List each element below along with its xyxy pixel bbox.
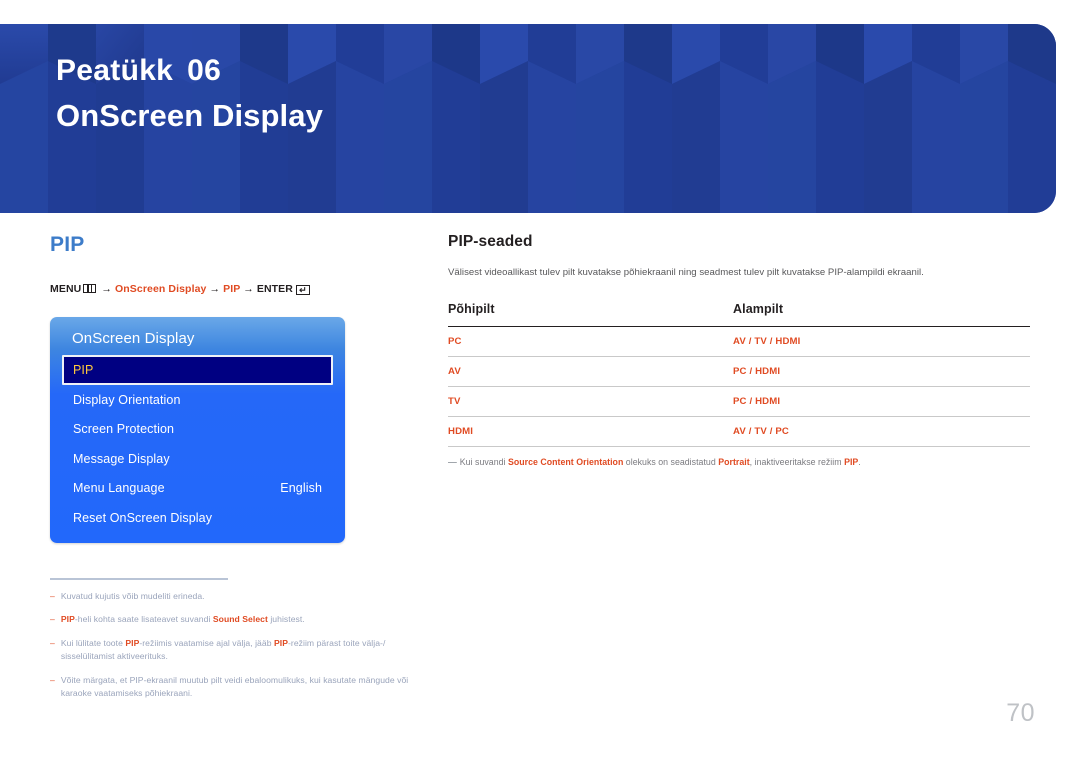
menu-path-step-pip: PIP <box>223 283 241 295</box>
table-row: PC AV / TV / HDMI <box>448 326 1030 357</box>
table-cell-sub: AV / TV / HDMI <box>733 326 1030 357</box>
table-cell-sub: PC / HDMI <box>733 386 1030 417</box>
osd-item-label: Reset OnScreen Display <box>73 510 213 525</box>
table-cell-sub: AV / TV / PC <box>733 416 1030 447</box>
footnote-text: Võite märgata, et PIP-ekraanil muutub pi… <box>60 674 409 699</box>
osd-item-pip[interactable]: PIP <box>62 355 333 385</box>
osd-panel-title: OnScreen Display <box>72 330 195 347</box>
table-cell-main: AV <box>448 356 733 387</box>
table-cell-main: TV <box>448 386 733 417</box>
pip-settings-description: Välisest videoallikast tulev pilt kuvata… <box>448 267 924 278</box>
table-row: HDMI AV / TV / PC <box>448 416 1030 447</box>
page-title: PIP <box>50 233 85 256</box>
table-row: TV PC / HDMI <box>448 386 1030 417</box>
osd-item-label: Display Orientation <box>73 392 181 407</box>
page-number: 70 <box>1006 699 1035 727</box>
osd-item-label: Screen Protection <box>73 422 175 437</box>
chapter-label-line: Peatükk 06 <box>56 50 323 92</box>
osd-item-label: Message Display <box>73 451 170 466</box>
menu-path-arrow-2: → <box>209 283 221 295</box>
footnote-text: PIP-heli kohta saate lisateavet suvandi … <box>60 614 305 624</box>
footnote-item: – PIP-heli kohta saate lisateavet suvand… <box>50 613 415 627</box>
table-cell-sub: PC / HDMI <box>733 356 1030 387</box>
menu-path-enter-label: ENTER <box>256 283 293 295</box>
banner-title-group: Peatükk 06 OnScreen Display <box>56 50 323 138</box>
pip-source-table: Põhipilt Alampilt PC AV / TV / HDMI AV P… <box>448 302 1030 447</box>
footnote-dash: – <box>50 637 55 648</box>
left-column: PIP MENU → OnScreen Display → PIP → ENTE… <box>50 232 410 296</box>
osd-item-label: Menu Language <box>73 481 165 496</box>
pip-settings-title: PIP-seaded <box>448 233 533 250</box>
footnote-item: – Kuvatud kujutis võib mudeliti erineda. <box>50 590 415 604</box>
osd-menu-screenshot: OnScreen Display PIP Display Orientation… <box>50 317 345 543</box>
footnote-dash: – <box>50 674 55 685</box>
table-footnote-text: Kui suvandi Source Content Orientation o… <box>459 457 861 467</box>
osd-item-screen-protection[interactable]: Screen Protection <box>62 415 333 445</box>
footnote-item: – Kui lülitate toote PIP-režiimis vaatam… <box>50 637 415 664</box>
table-header-sub-picture: Alampilt <box>733 302 784 316</box>
table-cell-main: HDMI <box>448 416 733 447</box>
chapter-title: OnScreen Display <box>56 98 323 133</box>
right-column: PIP-seaded Välisest videoallikast tulev … <box>448 232 1030 469</box>
menu-path-step-onscreen-display: OnScreen Display <box>115 283 207 295</box>
table-header-main-picture: Põhipilt <box>448 302 495 316</box>
menu-path-menu-label: MENU <box>50 283 82 295</box>
footnote-list: – Kuvatud kujutis võib mudeliti erineda.… <box>50 578 415 711</box>
osd-menu-list: PIP Display Orientation Screen Protectio… <box>50 355 345 533</box>
menu-grid-icon <box>83 284 97 293</box>
osd-item-display-orientation[interactable]: Display Orientation <box>62 385 333 415</box>
osd-item-label: PIP <box>73 363 94 377</box>
menu-path-arrow-1: → <box>101 283 112 295</box>
footnote-dash: – <box>50 614 55 624</box>
osd-item-reset-onscreen-display[interactable]: Reset OnScreen Display <box>62 503 333 533</box>
footnote-text: Kui lülitate toote PIP-režiimis vaatamis… <box>60 637 386 662</box>
footnote-dash: – <box>50 590 55 601</box>
chapter-number: 06 <box>187 54 222 87</box>
table-row: AV PC / HDMI <box>448 356 1030 387</box>
table-cell-main: PC <box>448 326 733 357</box>
footnote-divider <box>50 578 228 580</box>
menu-path-arrow-3: → <box>243 283 254 295</box>
table-header-row: Põhipilt Alampilt <box>448 302 1030 327</box>
enter-key-icon: ↵ <box>295 285 310 295</box>
table-footnote-dash: ― <box>448 457 457 467</box>
footnote-item: – Võite märgata, et PIP-ekraanil muutub … <box>50 674 415 701</box>
osd-item-value: English <box>280 481 322 496</box>
footnote-text: Kuvatud kujutis võib mudeliti erineda. <box>60 590 205 601</box>
osd-item-message-display[interactable]: Message Display <box>62 444 333 474</box>
menu-path-breadcrumb: MENU → OnScreen Display → PIP → ENTER ↵ <box>50 282 410 296</box>
chapter-label: Peatükk <box>56 54 174 87</box>
osd-item-menu-language[interactable]: Menu Language English <box>62 474 333 504</box>
table-footnote: ― Kui suvandi Source Content Orientation… <box>448 456 1030 469</box>
chapter-banner: Peatükk 06 OnScreen Display <box>0 24 1056 213</box>
